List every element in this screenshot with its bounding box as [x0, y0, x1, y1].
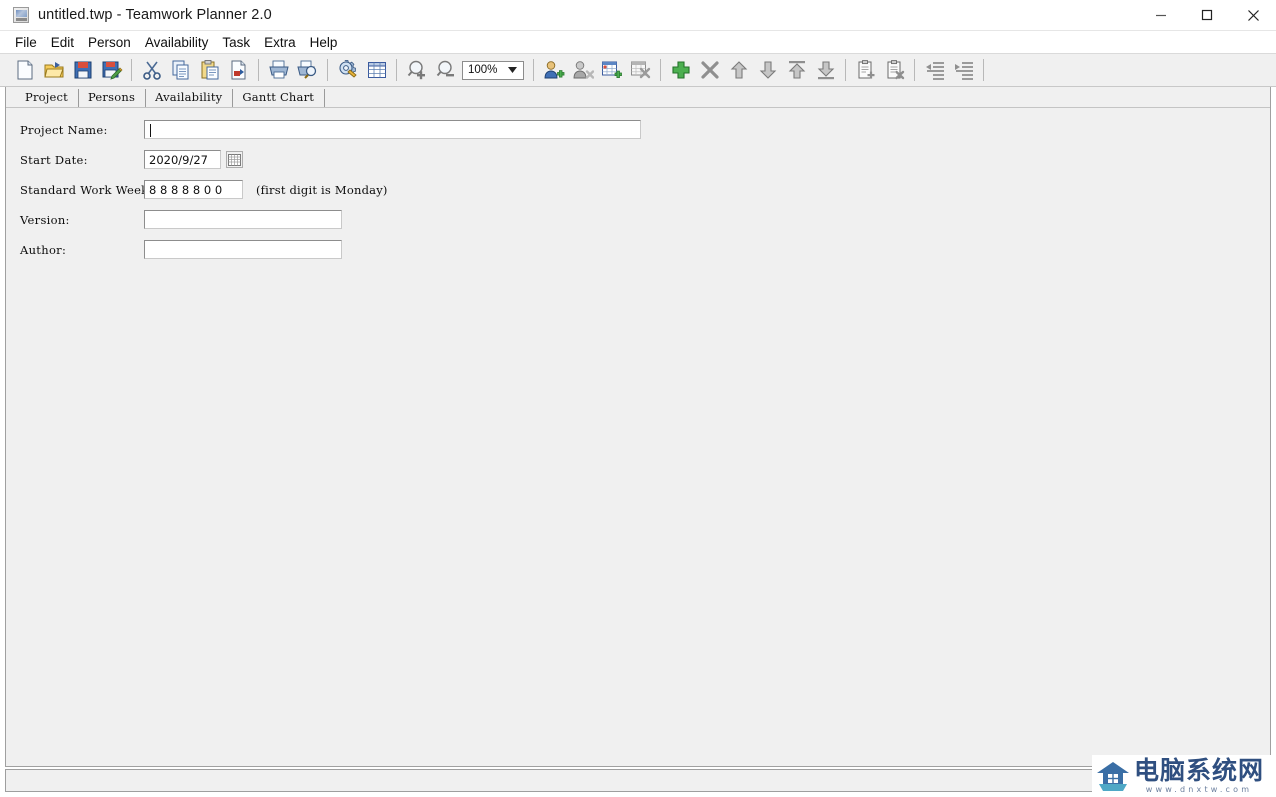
work-week-label: Standard Work Week: [20, 182, 153, 197]
toolbar-separator [914, 59, 915, 81]
menu-extra[interactable]: Extra [257, 33, 303, 52]
watermark: 电脑系统网 www.dnxtw.com [1092, 755, 1274, 797]
paste-clipboard-icon[interactable] [195, 56, 224, 84]
author-row: Author: [20, 240, 342, 259]
add-task-plus-icon[interactable] [666, 56, 695, 84]
toolbar-separator [983, 59, 984, 81]
watermark-site-name: 电脑系统网 [1134, 755, 1265, 785]
zoom-in-icon[interactable] [402, 56, 431, 84]
save-icon[interactable] [68, 56, 97, 84]
project-name-input[interactable] [144, 120, 641, 139]
toolbar-separator [396, 59, 397, 81]
window-title: untitled.twp - Teamwork Planner 2.0 [38, 7, 272, 23]
move-down-icon[interactable] [753, 56, 782, 84]
author-label: Author: [20, 242, 67, 257]
open-folder-icon[interactable] [39, 56, 68, 84]
minimize-button[interactable] [1138, 0, 1184, 31]
chevron-down-icon[interactable] [504, 62, 520, 79]
menu-task[interactable]: Task [215, 33, 257, 52]
menu-bar: File Edit Person Availability Task Extra… [0, 31, 1276, 53]
add-availability-icon[interactable] [597, 56, 626, 84]
toolbar-separator [533, 59, 534, 81]
author-input[interactable] [144, 240, 342, 259]
save-as-icon[interactable] [97, 56, 126, 84]
project-tab-panel: Project Name: Start Date: 2020/9/27 Stan… [6, 107, 1270, 766]
print-preview-icon[interactable] [293, 56, 322, 84]
work-week-row: Standard Work Week: 8 8 8 8 8 0 0 (first… [20, 180, 388, 199]
toolbar-separator [258, 59, 259, 81]
version-label: Version: [20, 212, 70, 227]
client-area: Project Persons Availability Gantt Chart… [5, 87, 1271, 767]
watermark-text: 电脑系统网 www.dnxtw.com [1134, 755, 1265, 795]
start-date-row: Start Date: 2020/9/27 [20, 150, 243, 169]
work-week-input[interactable]: 8 8 8 8 8 0 0 [144, 180, 243, 199]
toolbar: 100% [0, 53, 1276, 87]
settings-gear-icon[interactable] [333, 56, 362, 84]
start-date-input[interactable]: 2020/9/27 [144, 150, 221, 169]
menu-person[interactable]: Person [81, 33, 138, 52]
cut-scissors-icon[interactable] [137, 56, 166, 84]
menu-edit[interactable]: Edit [44, 33, 81, 52]
status-bar [5, 769, 1271, 792]
new-subtask-icon[interactable] [851, 56, 880, 84]
copy-icon[interactable] [166, 56, 195, 84]
toolbar-separator [327, 59, 328, 81]
zoom-out-icon[interactable] [431, 56, 460, 84]
print-icon[interactable] [264, 56, 293, 84]
start-date-label: Start Date: [20, 152, 88, 167]
project-name-label: Project Name: [20, 122, 108, 137]
toolbar-separator [131, 59, 132, 81]
tab-gantt-chart[interactable]: Gantt Chart [233, 89, 326, 107]
move-up-icon[interactable] [724, 56, 753, 84]
remove-person-icon[interactable] [568, 56, 597, 84]
add-person-icon[interactable] [539, 56, 568, 84]
application-window: untitled.twp - Teamwork Planner 2.0 File… [0, 0, 1276, 797]
delete-document-icon[interactable] [224, 56, 253, 84]
table-grid-icon[interactable] [362, 56, 391, 84]
new-document-icon[interactable] [10, 56, 39, 84]
outdent-icon[interactable] [920, 56, 949, 84]
calendar-icon[interactable] [226, 151, 243, 168]
window-controls [1138, 0, 1276, 31]
close-button[interactable] [1230, 0, 1276, 31]
menu-file[interactable]: File [8, 33, 44, 52]
watermark-url: www.dnxtw.com [1145, 784, 1253, 794]
move-to-bottom-icon[interactable] [811, 56, 840, 84]
maximize-button[interactable] [1184, 0, 1230, 31]
tab-project[interactable]: Project [16, 89, 79, 107]
zoom-level-value: 100% [468, 64, 498, 76]
work-week-hint: (first digit is Monday) [256, 182, 388, 197]
indent-icon[interactable] [949, 56, 978, 84]
app-icon [13, 7, 29, 23]
remove-availability-icon[interactable] [626, 56, 655, 84]
start-date-value: 2020/9/27 [149, 152, 208, 167]
text-caret [150, 124, 151, 137]
version-row: Version: [20, 210, 342, 229]
work-week-value: 8 8 8 8 8 0 0 [149, 182, 223, 197]
remove-subtask-icon[interactable] [880, 56, 909, 84]
zoom-level-combobox[interactable]: 100% [462, 60, 524, 80]
menu-help[interactable]: Help [303, 33, 345, 52]
tab-strip: Project Persons Availability Gantt Chart [6, 87, 1270, 107]
project-name-row: Project Name: [20, 120, 641, 139]
toolbar-separator [660, 59, 661, 81]
toolbar-separator [845, 59, 846, 81]
title-bar: untitled.twp - Teamwork Planner 2.0 [0, 0, 1276, 31]
menu-availability[interactable]: Availability [138, 33, 216, 52]
house-logo-icon [1097, 762, 1129, 791]
version-input[interactable] [144, 210, 342, 229]
delete-task-cross-icon[interactable] [695, 56, 724, 84]
tab-availability[interactable]: Availability [146, 89, 234, 107]
tab-persons[interactable]: Persons [79, 89, 147, 107]
move-to-top-icon[interactable] [782, 56, 811, 84]
